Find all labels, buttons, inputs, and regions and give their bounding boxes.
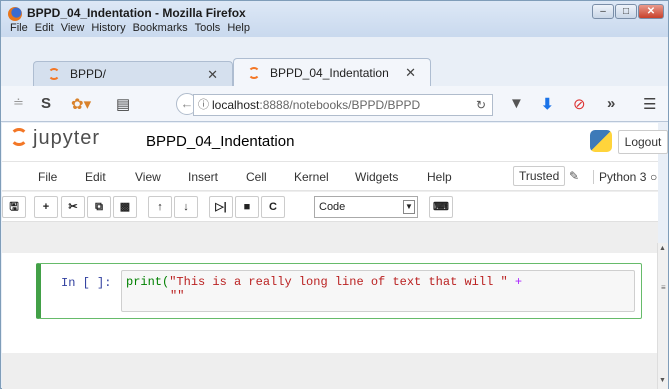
menu-view[interactable]: View <box>61 22 85 34</box>
fox-addon-icon[interactable]: ✿▾ <box>71 95 91 113</box>
rss-icon[interactable]: ≐ <box>13 95 24 111</box>
tab-bppd[interactable]: BPPD/ ✕ <box>33 61 233 86</box>
overflow-icon[interactable]: » <box>607 95 615 112</box>
window-controls: – □ ✕ <box>592 4 664 19</box>
download-icon[interactable]: ⬇ <box>541 95 554 113</box>
jupyter-header: jupyter BPPD_04_Indentation Logout <box>2 123 668 161</box>
code-operator: + <box>507 275 523 289</box>
nb-menu-help[interactable]: Help <box>427 170 452 184</box>
logout-button[interactable]: Logout <box>618 130 668 154</box>
kernel-status-icon: ○ <box>650 170 658 184</box>
menu-file[interactable]: File <box>10 22 28 34</box>
paste-icon[interactable]: ▩ <box>113 196 137 218</box>
notebook-container: In [ ]: print("This is a really long lin… <box>2 253 658 353</box>
menu-edit[interactable]: Edit <box>35 22 54 34</box>
copy-icon[interactable]: ⧉ <box>87 196 111 218</box>
python-logo-icon <box>590 130 612 152</box>
insert-cell-icon[interactable]: + <box>34 196 58 218</box>
s-addon-icon[interactable]: S <box>41 95 51 112</box>
menu-history[interactable]: History <box>91 22 125 34</box>
code-function: print( <box>126 275 170 289</box>
cut-icon[interactable]: ✂ <box>61 196 85 218</box>
cell-prompt: In [ ]: <box>61 276 112 290</box>
save-icon[interactable]: 🖫 <box>2 196 26 218</box>
info-icon[interactable]: ⓘ <box>198 95 209 115</box>
kernel-name: Python 3 <box>593 170 646 184</box>
blocker-icon[interactable]: ⊘ <box>573 95 586 113</box>
code-line-1: print("This is a really long line of tex… <box>126 275 630 289</box>
stop-icon[interactable]: ■ <box>235 196 259 218</box>
notebook-toolbar: 🖫 + ✂ ⧉ ▩ ↑ ↓ ▷| ■ C Code ▼ ⌨ <box>2 192 658 222</box>
cell-input[interactable]: print("This is a really long line of tex… <box>121 270 635 312</box>
notebook-menu-bar: File Edit View Insert Cell Kernel Widget… <box>2 161 658 191</box>
close-icon[interactable]: ✕ <box>638 4 664 19</box>
chevron-down-icon[interactable]: ▼ <box>403 200 415 214</box>
run-icon[interactable]: ▷| <box>209 196 233 218</box>
reload-icon[interactable]: ↻ <box>476 95 486 115</box>
scroll-up-icon[interactable]: ▲ <box>659 245 666 252</box>
pocket-icon[interactable]: ▼ <box>509 95 524 112</box>
nb-menu-cell[interactable]: Cell <box>246 170 267 184</box>
code-string-1: "This is a really long line of text that… <box>169 275 508 289</box>
trusted-badge[interactable]: Trusted <box>513 166 566 186</box>
tab-close-icon[interactable]: ✕ <box>405 59 416 87</box>
menu-bar: File Edit View History Bookmarks Tools H… <box>10 22 250 34</box>
hamburger-menu-icon[interactable]: ☰ <box>643 95 656 113</box>
scroll-down-icon[interactable]: ▼ <box>659 377 666 384</box>
menu-tools[interactable]: Tools <box>195 22 221 34</box>
nb-menu-edit[interactable]: Edit <box>85 170 106 184</box>
move-up-icon[interactable]: ↑ <box>148 196 172 218</box>
code-line-2: "" <box>126 289 630 303</box>
window-title: BPPD_04_Indentation - Mozilla Firefox <box>27 6 246 20</box>
keyboard-icon[interactable]: ⌨ <box>429 196 453 218</box>
code-string-2: "" <box>170 289 185 303</box>
library-icon[interactable]: ▤ <box>116 95 130 113</box>
restart-icon[interactable]: C <box>261 196 285 218</box>
minimize-icon[interactable]: – <box>592 4 614 19</box>
jupyter-tab-icon <box>48 68 60 80</box>
jupyter-brand[interactable]: jupyter <box>33 127 100 150</box>
code-cell[interactable]: In [ ]: print("This is a really long lin… <box>36 263 642 319</box>
navigation-bar: ≐ S ✿▾ ▤ ← ⓘ localhost:8888/notebooks/BP… <box>1 86 668 122</box>
url-bar[interactable]: ⓘ localhost:8888/notebooks/BPPD/BPPD ↻ <box>193 94 493 116</box>
cell-type-select[interactable]: Code ▼ <box>314 196 418 218</box>
tab-bppd-04-indentation[interactable]: BPPD_04_Indentation ✕ <box>233 58 431 86</box>
jupyter-tab-icon <box>248 67 260 79</box>
notebook-title[interactable]: BPPD_04_Indentation <box>146 133 294 150</box>
tab-label: BPPD_04_Indentation <box>270 66 389 80</box>
move-down-icon[interactable]: ↓ <box>174 196 198 218</box>
jupyter-logo-icon[interactable] <box>10 128 28 146</box>
nb-menu-kernel[interactable]: Kernel <box>294 170 329 184</box>
title-bar: BPPD_04_Indentation - Mozilla Firefox Fi… <box>1 1 668 37</box>
nb-menu-insert[interactable]: Insert <box>188 170 218 184</box>
maximize-icon[interactable]: □ <box>615 4 637 19</box>
firefox-logo-icon <box>8 7 22 21</box>
menu-bookmarks[interactable]: Bookmarks <box>133 22 188 34</box>
vertical-scrollbar[interactable]: ▲ ≡ ▼ <box>657 243 668 389</box>
jupyter-page: jupyter BPPD_04_Indentation Logout File … <box>2 123 668 389</box>
cell-type-value: Code <box>319 201 346 213</box>
nb-menu-widgets[interactable]: Widgets <box>355 170 398 184</box>
firefox-window: BPPD_04_Indentation - Mozilla Firefox Fi… <box>0 0 669 389</box>
pencil-icon[interactable]: ✎ <box>569 169 579 183</box>
tab-close-icon[interactable]: ✕ <box>207 62 218 87</box>
url-path: :8888/notebooks/BPPD/BPPD <box>259 98 421 112</box>
nb-menu-view[interactable]: View <box>135 170 161 184</box>
scroll-grip-icon[interactable]: ≡ <box>661 283 666 292</box>
nb-menu-file[interactable]: File <box>38 170 57 184</box>
menu-help[interactable]: Help <box>227 22 250 34</box>
tab-label: BPPD/ <box>70 67 107 81</box>
url-host: localhost <box>212 98 260 112</box>
